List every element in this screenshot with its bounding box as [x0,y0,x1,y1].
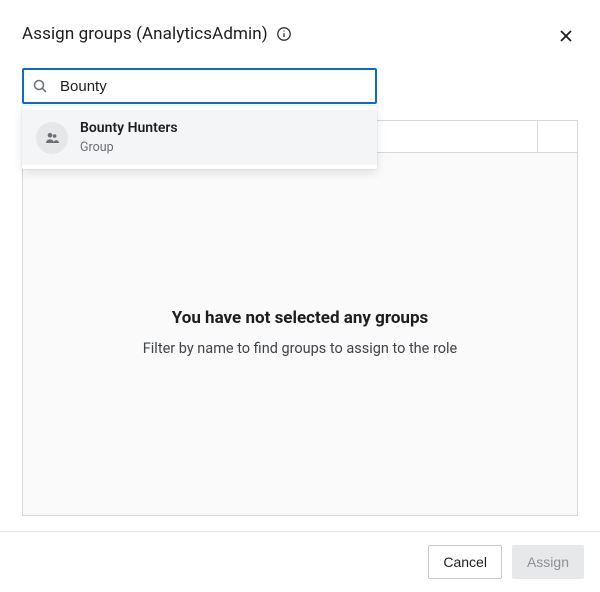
dropdown-item-name: Bounty Hunters [80,120,178,138]
empty-state-subtitle: Filter by name to find groups to assign … [143,338,457,360]
search-input[interactable] [22,68,377,104]
assign-button[interactable]: Assign [512,545,584,579]
table-header-action [537,121,577,152]
group-icon [44,130,60,146]
selected-groups-table: You have not selected any groups Filter … [22,120,578,516]
close-button[interactable] [552,22,580,50]
info-icon[interactable] [276,26,292,42]
search-field: Bounty Hunters Group [22,68,578,104]
dropdown-item-type: Group [80,140,178,156]
empty-state-title: You have not selected any groups [172,308,429,328]
close-icon [558,28,574,44]
dropdown-item[interactable]: Bounty Hunters Group [22,110,377,165]
search-icon [32,78,48,94]
assign-groups-dialog: Assign groups (AnalyticsAdmin) [0,0,600,592]
empty-state: You have not selected any groups Filter … [23,153,577,515]
group-avatar [36,122,68,154]
dropdown-item-text: Bounty Hunters Group [80,120,178,155]
dialog-body: Bounty Hunters Group You have not select… [0,54,600,531]
dialog-footer: Cancel Assign [0,531,600,592]
dialog-header: Assign groups (AnalyticsAdmin) [0,0,600,54]
cancel-button[interactable]: Cancel [428,545,502,579]
dialog-title: Assign groups (AnalyticsAdmin) [22,24,268,44]
search-dropdown: Bounty Hunters Group [22,106,377,169]
